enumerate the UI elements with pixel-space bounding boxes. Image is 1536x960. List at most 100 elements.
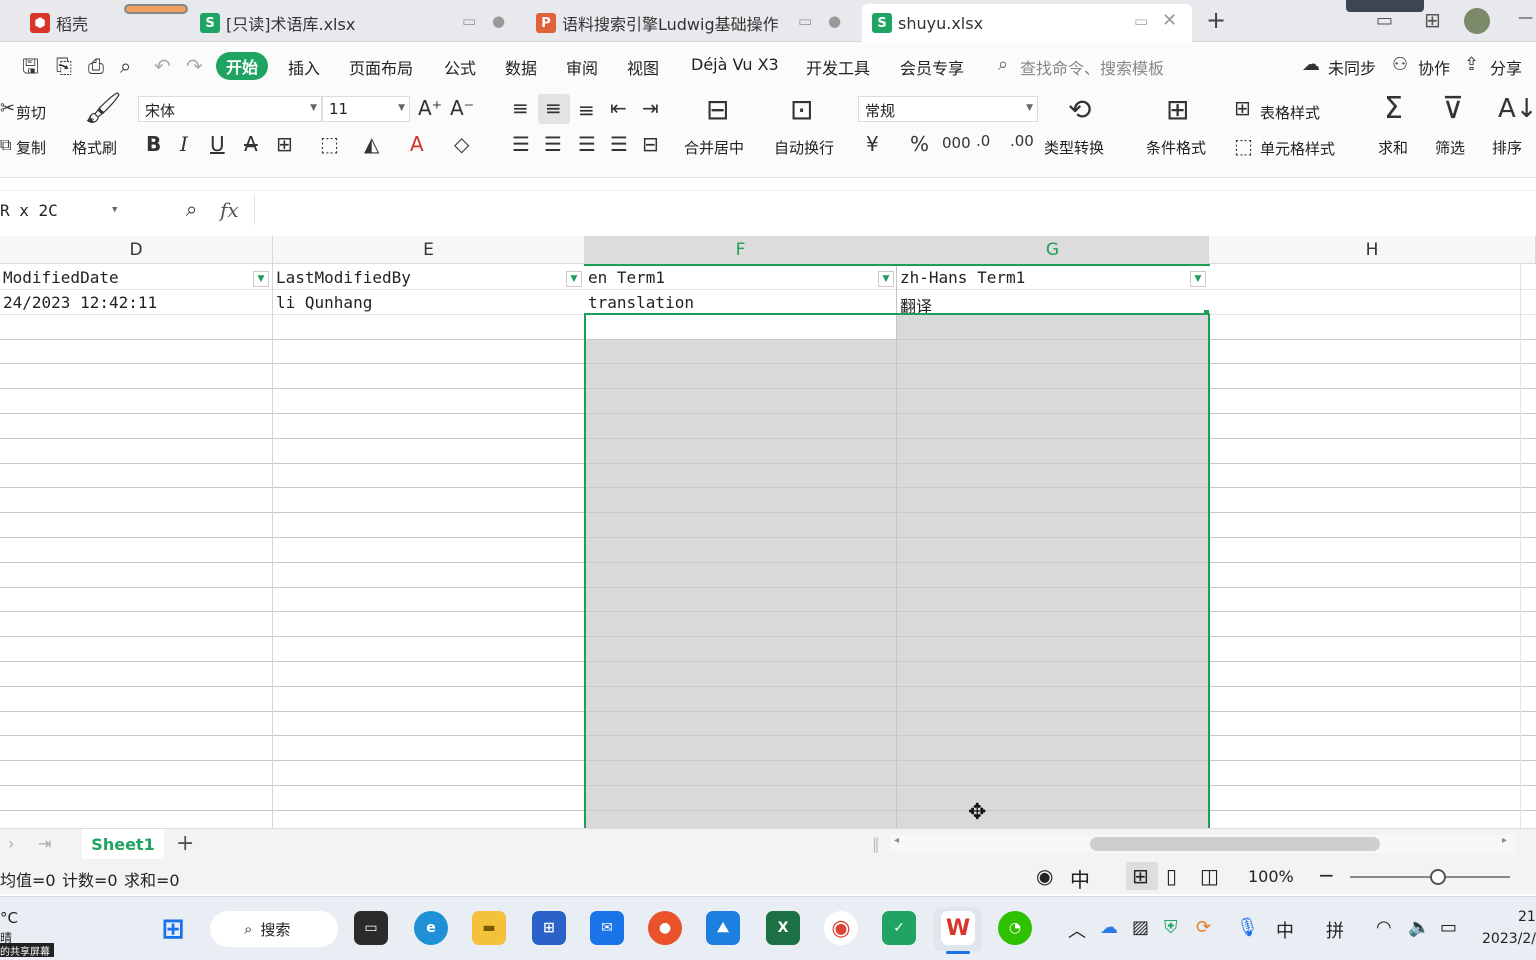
file-explorer-icon[interactable]: ▬	[472, 911, 506, 945]
cloud-sync-icon[interactable]: ☁	[1100, 917, 1118, 938]
input-method-icon[interactable]: 中	[1070, 864, 1090, 893]
merge-center-button[interactable]: 合并居中	[684, 137, 744, 158]
ime-pinyin[interactable]: 拼	[1326, 917, 1344, 943]
new-tab-icon[interactable]: +	[1206, 6, 1226, 34]
column-header-e[interactable]: E	[273, 236, 585, 264]
font-name-select[interactable]: 宋体 ▼	[138, 96, 322, 122]
number-format-select[interactable]: 常规 ▼	[858, 96, 1038, 122]
spreadsheet-grid[interactable]: D E F G H ModifiedDate LastModifiedBy en…	[0, 236, 1536, 828]
minimize-icon[interactable]: —	[1518, 8, 1533, 26]
column-header-f[interactable]: F	[585, 236, 897, 264]
tab-start[interactable]: 开始	[216, 52, 268, 80]
tab-review[interactable]: 审阅	[566, 55, 598, 79]
decrease-decimal-icon[interactable]: .00	[1010, 134, 1034, 149]
filter-dropdown-e-icon[interactable]: ▼	[566, 271, 582, 287]
task-view-icon[interactable]: ▭	[354, 911, 388, 945]
chrome-icon[interactable]: ◉	[824, 911, 858, 945]
tab-formulas[interactable]: 公式	[444, 55, 476, 79]
formula-input[interactable]	[254, 195, 1536, 225]
tab-view[interactable]: 视图	[627, 55, 659, 79]
table-style-button[interactable]: 表格样式	[1260, 102, 1320, 123]
align-bottom-icon[interactable]: ≡	[578, 100, 595, 120]
tab-data[interactable]: 数据	[505, 55, 537, 79]
tab-developer[interactable]: 开发工具	[806, 55, 870, 79]
undo-icon[interactable]: ↶	[154, 56, 171, 76]
zoom-level[interactable]: 100%	[1248, 867, 1294, 886]
taskbar-search[interactable]: ⌕ 搜索	[210, 911, 338, 947]
conditional-format-button[interactable]: 条件格式	[1146, 137, 1206, 158]
last-sheet-icon[interactable]: ⇥	[38, 834, 51, 853]
filter-dropdown-f-icon[interactable]: ▼	[878, 271, 894, 287]
increase-decimal-icon[interactable]: .0	[976, 134, 990, 149]
cut-button[interactable]: 剪切	[16, 102, 46, 123]
fx-icon[interactable]: fx	[220, 198, 239, 222]
column-header-h[interactable]: H	[1209, 236, 1536, 264]
mail-icon[interactable]: ✉	[590, 911, 624, 945]
redo-icon[interactable]: ↷	[186, 56, 203, 76]
scroll-right-icon[interactable]: ▸	[1502, 835, 1507, 846]
filter-button[interactable]: 筛选	[1435, 137, 1465, 158]
security-shield-icon[interactable]: ⛨	[1164, 917, 1178, 938]
scroll-left-icon[interactable]: ◂	[894, 835, 899, 846]
tab-page-layout[interactable]: 页面布局	[349, 55, 413, 79]
sheet-tab-sheet1[interactable]: Sheet1	[82, 829, 164, 859]
auto-wrap-button[interactable]: 自动换行	[774, 137, 834, 158]
wifi-icon[interactable]: ◠	[1376, 917, 1392, 938]
underline-icon[interactable]: U	[210, 134, 225, 154]
share-button[interactable]: 分享	[1490, 55, 1522, 79]
strikethrough-icon[interactable]: A	[244, 134, 258, 154]
windows-start-icon[interactable]: ⊞	[156, 911, 190, 945]
borders-icon[interactable]: ⊞	[276, 134, 293, 154]
cell-e2[interactable]: li Qunhang	[273, 291, 573, 316]
refresh-icon[interactable]: ⟳	[1196, 917, 1211, 938]
bold-icon[interactable]: B	[146, 134, 161, 154]
eye-icon[interactable]: ◉	[1036, 864, 1053, 888]
cell-g1[interactable]: zh-Hans Term1	[897, 266, 1187, 291]
save-icon[interactable]: 🖫	[22, 56, 39, 76]
decrease-font-icon[interactable]: A⁻	[450, 98, 474, 118]
tab-daoke[interactable]: ⬢ 稻壳	[20, 4, 120, 42]
excel-icon[interactable]: X	[766, 911, 800, 945]
zoom-icon[interactable]: ⌕	[186, 199, 197, 219]
sum-button[interactable]: 求和	[1378, 137, 1408, 158]
monitor-icon[interactable]: ▭	[798, 12, 812, 30]
battery-icon[interactable]: ▭	[1440, 917, 1457, 938]
volume-icon[interactable]: 🔈	[1408, 917, 1430, 938]
clock-time[interactable]: 21	[1518, 909, 1536, 925]
indent-decrease-icon[interactable]: ⇤	[610, 98, 627, 118]
cell-d2[interactable]: 24/2023 12:42:11	[0, 291, 270, 316]
microphone-icon[interactable]: 🎙	[1236, 917, 1259, 938]
recorder-icon[interactable]: ●	[648, 911, 682, 945]
command-search[interactable]: 查找命令、搜索模板	[1020, 55, 1164, 79]
thousands-icon[interactable]: 000	[942, 136, 971, 151]
avatar[interactable]	[1464, 8, 1490, 34]
edge-icon[interactable]: e	[414, 911, 448, 945]
copy-button[interactable]: 复制	[16, 137, 46, 158]
align-left-icon[interactable]: ☰	[512, 134, 530, 154]
sync-status[interactable]: 未同步	[1328, 55, 1376, 79]
column-header-d[interactable]: D	[0, 236, 273, 264]
scrollbar-thumb[interactable]	[1090, 837, 1380, 851]
export-icon[interactable]: ⎘	[56, 56, 72, 76]
grid-icon[interactable]: ⊞	[1424, 8, 1441, 32]
wechat-icon[interactable]: ◔	[998, 911, 1032, 945]
monitor-icon[interactable]: ▭	[462, 12, 476, 30]
align-top-icon[interactable]: ≡	[512, 98, 529, 118]
dot-icon[interactable]: ●	[828, 12, 841, 30]
print-icon[interactable]: ⎙	[88, 56, 104, 76]
percent-icon[interactable]: %	[910, 134, 929, 154]
format-painter-button[interactable]: 格式刷	[72, 137, 117, 158]
weather-temp[interactable]: °C	[0, 909, 18, 927]
align-right-icon[interactable]: ☰	[578, 134, 596, 154]
cell-style-brush-icon[interactable]: ⬚	[320, 134, 339, 154]
type-convert-button[interactable]: 类型转换	[1044, 137, 1104, 158]
tray-app-icon[interactable]: ▨	[1132, 917, 1149, 938]
tab-insert[interactable]: 插入	[288, 55, 320, 79]
tab-dejavu[interactable]: Déjà Vu X3	[691, 55, 779, 74]
collab-button[interactable]: 协作	[1418, 55, 1450, 79]
wps-spreadsheet-icon[interactable]: ✓	[882, 911, 916, 945]
page-break-view-icon[interactable]: ◫	[1200, 864, 1219, 888]
add-sheet-button[interactable]: +	[176, 831, 194, 856]
font-size-select[interactable]: 11 ▼	[322, 96, 410, 122]
font-color-icon[interactable]: A	[410, 134, 424, 154]
